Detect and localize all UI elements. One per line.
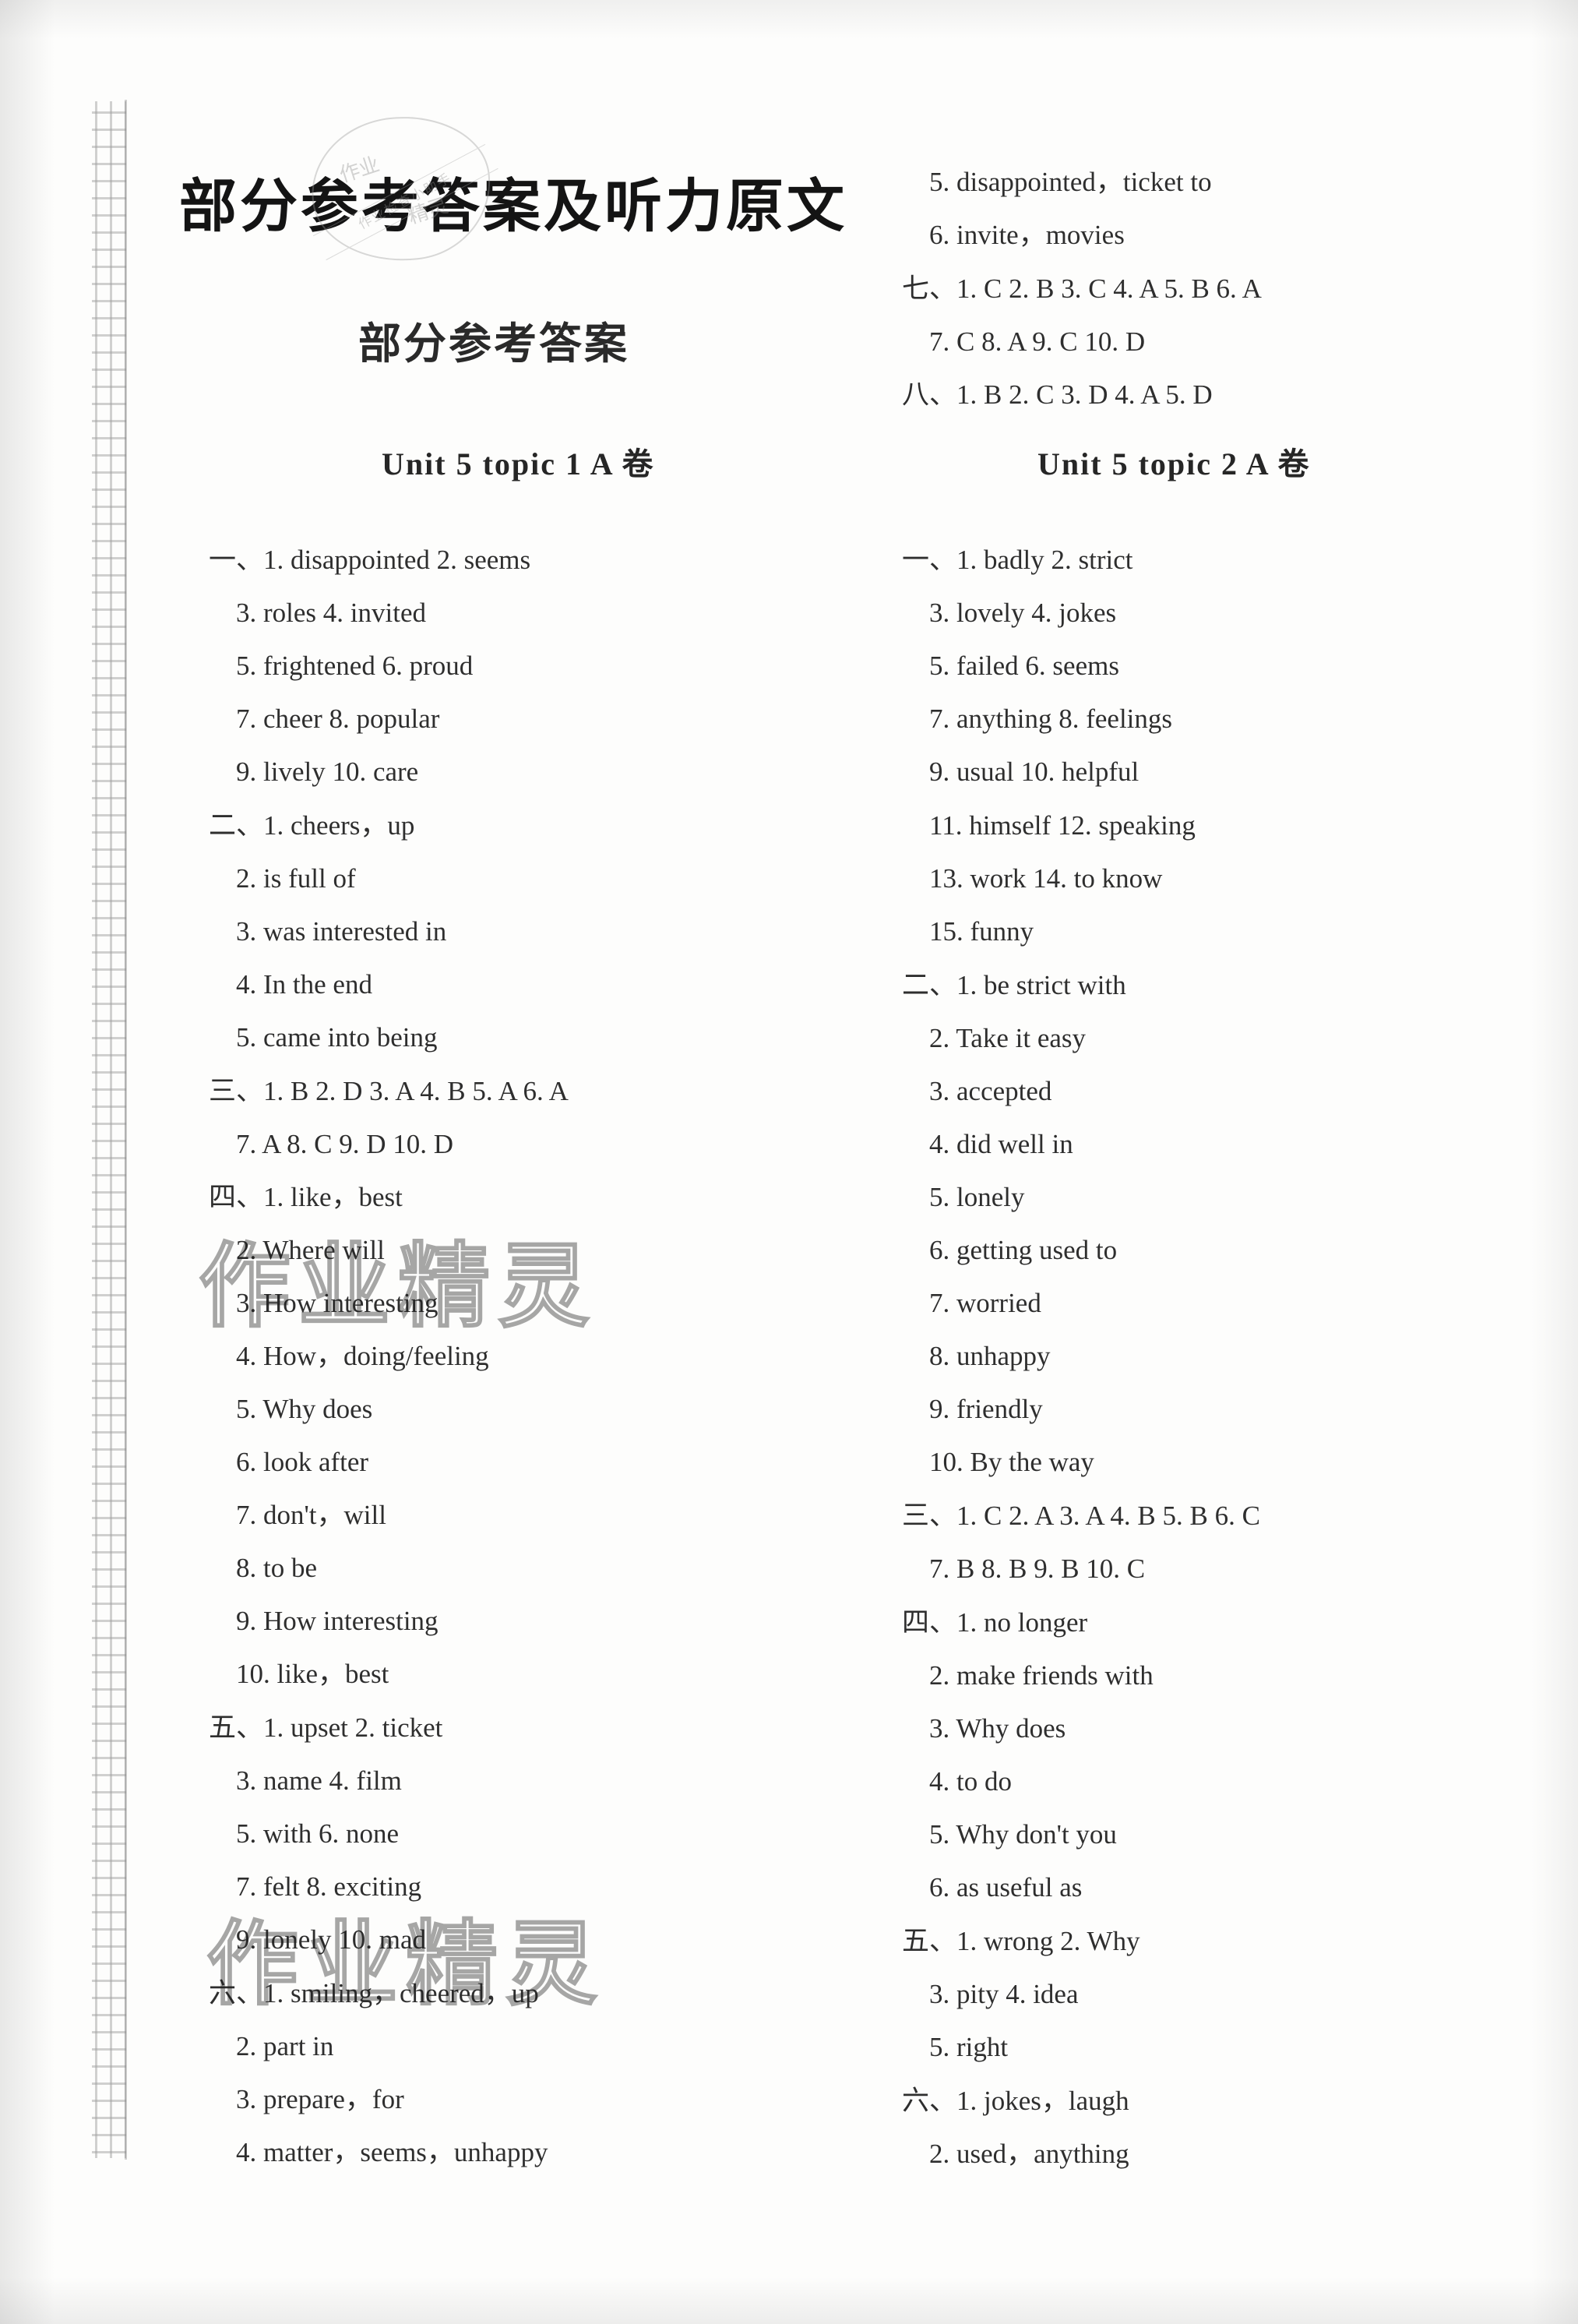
answer-line: 9. friendly — [929, 1394, 1043, 1424]
answer-line: 5. came into being — [236, 1022, 438, 1053]
answer-line: 3. name 4. film — [236, 1765, 402, 1796]
answer-line: 10. By the way — [929, 1447, 1094, 1477]
answer-line: 7. felt 8. exciting — [236, 1871, 422, 1902]
answer-line: 8. unhappy — [929, 1341, 1051, 1371]
answer-section-line: 一、1. disappointed 2. seems — [209, 545, 531, 575]
answer-section-line: 五、1. wrong 2. Why — [902, 1926, 1140, 1956]
answer-line: 7. B 8. B 9. B 10. C — [929, 1553, 1146, 1584]
answer-line: 9. usual 10. helpful — [929, 756, 1139, 787]
answer-line: 5. Why don't you — [929, 1819, 1117, 1850]
answer-line: 7. C 8. A 9. C 10. D — [929, 326, 1146, 357]
answer-line: 5. failed 6. seems — [929, 651, 1119, 681]
answer-line: 7. A 8. C 9. D 10. D — [236, 1129, 454, 1159]
answer-line: 7. anything 8. feelings — [929, 704, 1173, 734]
answer-section-line: 五、1. upset 2. ticket — [209, 1712, 443, 1743]
answer-section-line: 六、1. smiling，cheered，up — [209, 1978, 539, 2008]
answer-line: 9. How interesting — [236, 1606, 439, 1636]
answer-line: 3. How interesting — [236, 1288, 439, 1318]
answer-line: 7. worried — [929, 1288, 1041, 1318]
answer-line: 5. frightened 6. proud — [236, 651, 474, 681]
answer-line: 5. with 6. none — [236, 1818, 400, 1849]
answer-section-line: 六、1. jokes，laugh — [902, 2086, 1129, 2116]
answer-line: 3. was interested in — [236, 916, 447, 947]
answer-line: 4. In the end — [236, 969, 372, 1000]
answer-line: 5. right — [929, 2032, 1009, 2062]
answer-line: 3. roles 4. invited — [236, 598, 426, 628]
answer-line: 5. disappointed，ticket to — [929, 167, 1212, 197]
answer-line: 6. invite，movies — [929, 220, 1125, 250]
answer-line: 3. lovely 4. jokes — [929, 598, 1117, 628]
left-column-heading: Unit 5 topic 1 A 卷 — [382, 446, 655, 481]
answer-line: 2. part in — [236, 2031, 334, 2061]
answer-line: 3. Why does — [929, 1713, 1066, 1744]
watermark-text: 作业精灵 — [198, 1236, 598, 1339]
answer-line: 5. lonely — [929, 1182, 1025, 1212]
answer-line: 4. to do — [929, 1766, 1012, 1797]
answer-section-line: 八、1. B 2. C 3. D 4. A 5. D — [902, 379, 1213, 410]
section-title: 部分参考答案 — [358, 320, 630, 368]
answer-line: 4. did well in — [929, 1129, 1073, 1159]
answer-line: 2. is full of — [236, 863, 356, 894]
answer-line: 4. How，doing/feeling — [236, 1341, 489, 1371]
answer-line: 15. funny — [929, 916, 1034, 947]
answer-line: 3. accepted — [929, 1076, 1052, 1106]
answer-section-line: 三、1. C 2. A 3. A 4. B 5. B 6. C — [902, 1501, 1260, 1531]
answer-section-line: 四、1. no longer — [902, 1607, 1088, 1638]
answer-line: 10. like，best — [236, 1659, 389, 1689]
answer-line: 6. as useful as — [929, 1872, 1083, 1903]
answer-line: 11. himself 12. speaking — [929, 810, 1196, 841]
answer-line: 2. Take it easy — [929, 1023, 1087, 1053]
answer-line: 2. make friends with — [929, 1660, 1154, 1691]
answer-line: 6. look after — [236, 1447, 369, 1477]
answer-line: 2. Where will — [236, 1235, 385, 1265]
answer-line: 6. getting used to — [929, 1235, 1118, 1265]
answer-line: 5. Why does — [236, 1394, 373, 1424]
answer-line: 3. prepare，for — [236, 2084, 404, 2114]
answer-line: 8. to be — [236, 1553, 318, 1583]
answer-section-line: 二、1. be strict with — [902, 970, 1126, 1000]
answer-section-line: 一、1. badly 2. strict — [902, 545, 1133, 575]
answer-section-line: 二、1. cheers，up — [209, 810, 415, 841]
scanned-page: 部分参考答案及听力原文 作业 精灵 作业检查小助手 部分参考答案 作业精灵 作业… — [0, 0, 1578, 2324]
answer-line: 7. don't，will — [236, 1500, 386, 1530]
answer-section-line: 四、1. like，best — [209, 1182, 403, 1212]
answer-line: 13. work 14. to know — [929, 863, 1163, 894]
answer-line: 9. lively 10. care — [236, 756, 419, 787]
page-content: 部分参考答案及听力原文 作业 精灵 作业检查小助手 部分参考答案 作业精灵 作业… — [0, 0, 1578, 2324]
answer-line: 9. lonely 10. mad — [236, 1924, 426, 1955]
right-column-heading: Unit 5 topic 2 A 卷 — [1037, 446, 1311, 481]
page-title: 部分参考答案及听力原文 — [179, 175, 847, 239]
answer-line: 7. cheer 8. popular — [236, 704, 440, 734]
answer-section-line: 三、1. B 2. D 3. A 4. B 5. A 6. A — [209, 1076, 569, 1106]
answer-line: 2. used，anything — [929, 2139, 1129, 2169]
answer-line: 4. matter，seems，unhappy — [236, 2137, 548, 2167]
answer-section-line: 七、1. C 2. B 3. C 4. A 5. B 6. A — [902, 273, 1262, 304]
answer-line: 3. pity 4. idea — [929, 1979, 1079, 2009]
